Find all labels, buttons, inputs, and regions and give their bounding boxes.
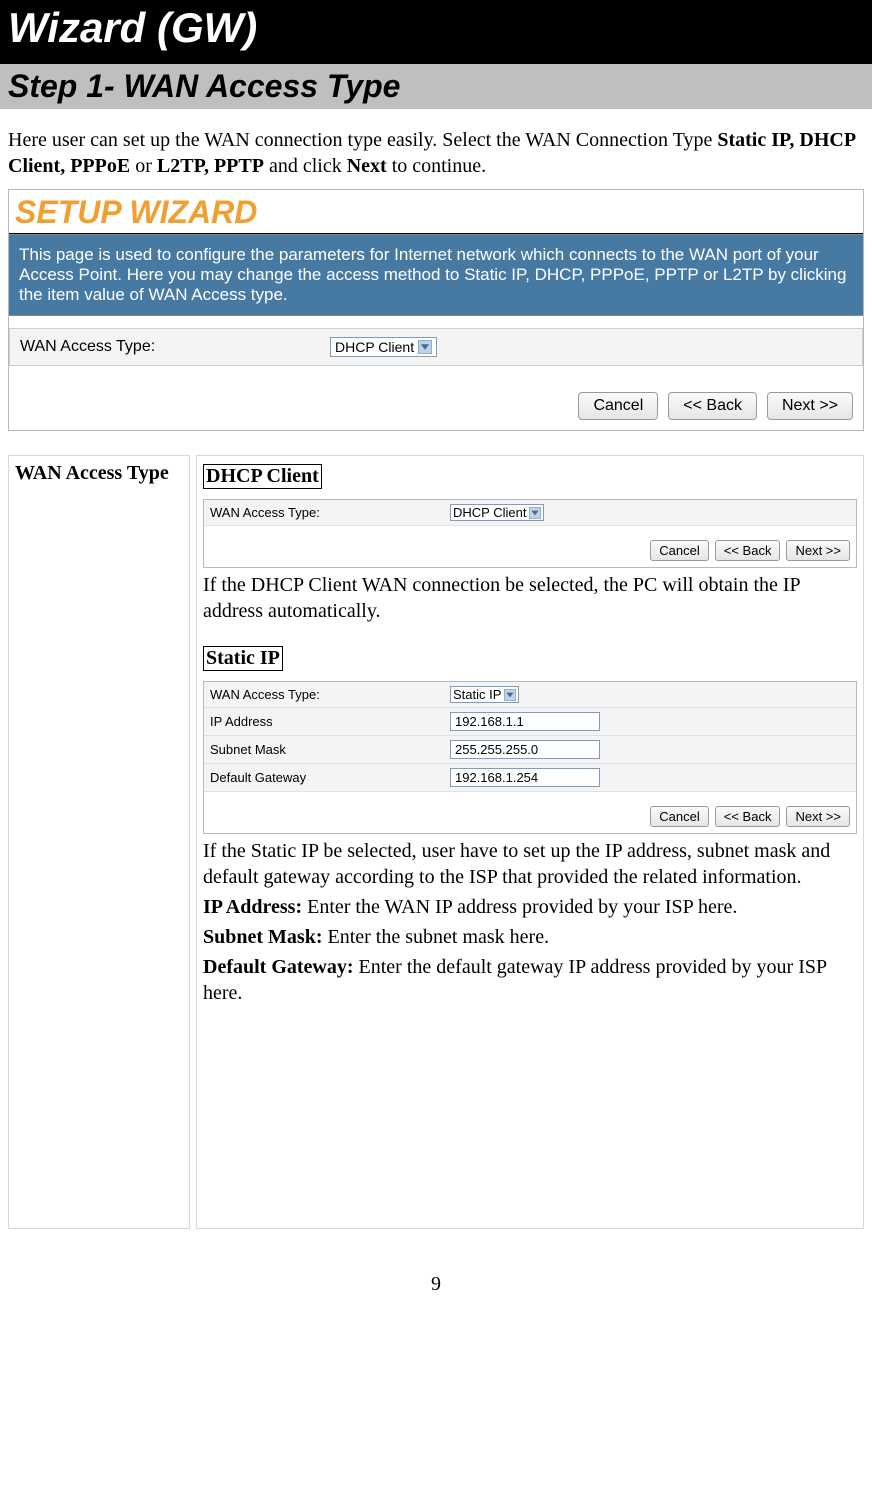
page-title: Wizard (GW) — [0, 0, 872, 64]
static-next-button[interactable]: Next >> — [786, 806, 850, 827]
wizard-buttons: Cancel << Back Next >> — [9, 366, 863, 430]
setup-wizard-panel: SETUP WIZARD This page is used to config… — [8, 189, 864, 431]
table-right-cell: DHCP Client WAN Access Type: DHCP Client… — [196, 455, 864, 1229]
static-description: If the Static IP be selected, user have … — [203, 838, 857, 890]
static-cancel-button[interactable]: Cancel — [650, 806, 708, 827]
default-gateway-label: Default Gateway — [210, 770, 450, 785]
cancel-button[interactable]: Cancel — [578, 392, 658, 420]
static-back-button[interactable]: << Back — [715, 806, 781, 827]
ip-address-help: IP Address: Enter the WAN IP address pro… — [203, 894, 857, 920]
dhcp-heading: DHCP Client — [203, 464, 322, 489]
chevron-down-icon — [529, 507, 541, 519]
subnet-mask-input[interactable]: 255.255.255.0 — [450, 740, 600, 759]
back-button[interactable]: << Back — [668, 392, 757, 420]
ip-address-input[interactable]: 192.168.1.1 — [450, 712, 600, 731]
step-heading: Step 1- WAN Access Type — [0, 64, 872, 109]
static-heading: Static IP — [203, 646, 283, 671]
static-wan-label: WAN Access Type: — [210, 687, 450, 702]
wizard-description: This page is used to configure the param… — [9, 234, 863, 316]
default-gateway-input[interactable]: 192.168.1.254 — [450, 768, 600, 787]
table-left-cell: WAN Access Type — [8, 455, 190, 1229]
wan-access-select[interactable]: DHCP Client — [330, 337, 437, 357]
page-number: 9 — [0, 1229, 872, 1306]
chevron-down-icon — [504, 689, 516, 701]
wan-access-row: WAN Access Type: DHCP Client — [9, 328, 863, 366]
ip-address-label: IP Address — [210, 714, 450, 729]
wan-access-label: WAN Access Type: — [20, 338, 330, 356]
dhcp-panel: WAN Access Type: DHCP Client Cancel << B… — [203, 499, 857, 568]
subnet-mask-help: Subnet Mask: Enter the subnet mask here. — [203, 924, 857, 950]
dhcp-back-button[interactable]: << Back — [715, 540, 781, 561]
intro-text: Here user can set up the WAN connection … — [0, 109, 872, 189]
static-panel: WAN Access Type: Static IP IP Address 19… — [203, 681, 857, 834]
next-button[interactable]: Next >> — [767, 392, 853, 420]
subnet-mask-label: Subnet Mask — [210, 742, 450, 757]
dhcp-next-button[interactable]: Next >> — [786, 540, 850, 561]
dhcp-wan-select[interactable]: DHCP Client — [450, 504, 544, 521]
static-wan-select[interactable]: Static IP — [450, 686, 519, 703]
dhcp-wan-label: WAN Access Type: — [210, 505, 450, 520]
setup-wizard-heading: SETUP WIZARD — [9, 190, 863, 234]
chevron-down-icon — [418, 340, 432, 354]
dhcp-description: If the DHCP Client WAN connection be sel… — [203, 572, 857, 624]
default-gateway-help: Default Gateway: Enter the default gatew… — [203, 954, 857, 1006]
dhcp-cancel-button[interactable]: Cancel — [650, 540, 708, 561]
